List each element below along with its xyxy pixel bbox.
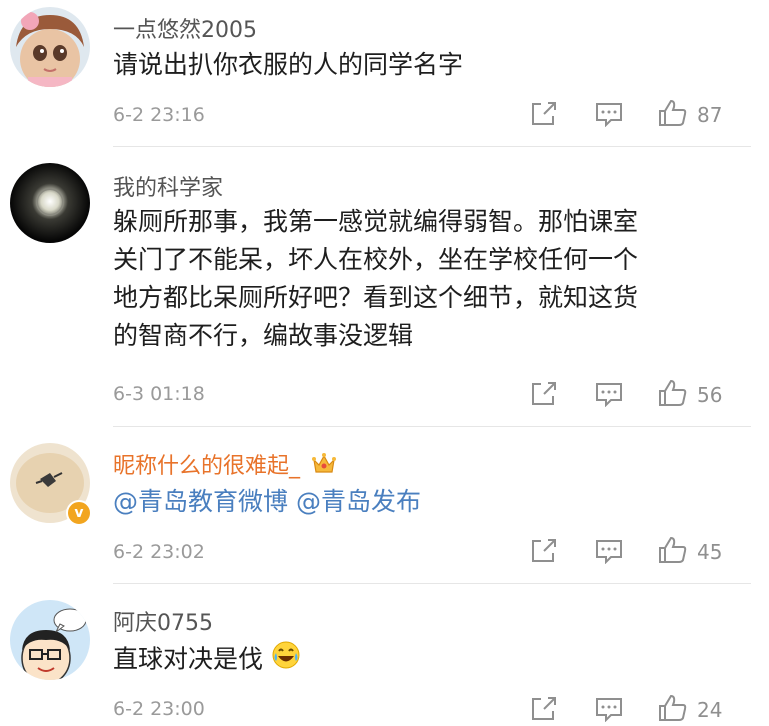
thumbs-up-icon[interactable] xyxy=(658,694,688,722)
timestamp: 6-2 23:16 xyxy=(113,104,205,126)
verified-badge-label: v xyxy=(74,505,84,521)
timestamp: 6-2 23:02 xyxy=(113,541,205,563)
like-count: 56 xyxy=(697,383,723,407)
comment-text: 直球对决是伐 xyxy=(113,640,301,681)
comment-line: 请说出扒你衣服的人的同学名字 xyxy=(113,50,464,79)
comment-icon[interactable] xyxy=(595,696,623,722)
comment-line: 关门了不能呆，坏人在校外，坐在学校任何一个 xyxy=(113,245,639,274)
username[interactable]: 我的科学家 xyxy=(113,170,223,202)
avatar[interactable] xyxy=(10,163,90,243)
share-icon[interactable] xyxy=(530,538,558,564)
comment-icon[interactable] xyxy=(595,538,623,564)
share-icon[interactable] xyxy=(530,101,558,127)
thumbs-up-icon[interactable] xyxy=(658,536,688,564)
thumbs-up-icon[interactable] xyxy=(658,99,688,127)
divider xyxy=(113,426,751,427)
divider xyxy=(113,583,751,584)
comment-text: 请说出扒你衣服的人的同学名字 xyxy=(113,46,463,84)
crown-badge-icon xyxy=(311,452,337,482)
mention-link[interactable]: @青岛发布 xyxy=(296,487,421,516)
timestamp: 6-3 01:18 xyxy=(113,383,205,405)
divider xyxy=(113,146,751,147)
comment-text: 躲厕所那事，我第一感觉就编得弱智。那怕课室 关门了不能呆，坏人在校外，坐在学校任… xyxy=(113,203,638,355)
laughing-tears-emoji xyxy=(271,640,301,681)
username-text: 昵称什么的很难起_ xyxy=(113,454,301,479)
share-icon[interactable] xyxy=(530,696,558,722)
timestamp: 6-2 23:00 xyxy=(113,698,205,720)
thumbs-up-icon[interactable] xyxy=(658,379,688,407)
comment-icon[interactable] xyxy=(595,381,623,407)
share-icon[interactable] xyxy=(530,381,558,407)
comment-line: 地方都比呆厕所好吧？看到这个细节，就知这货 xyxy=(113,283,639,312)
like-count: 24 xyxy=(697,698,723,722)
username[interactable]: 昵称什么的很难起_ xyxy=(113,448,337,482)
comment-line: 的智商不行，编故事没逻辑 xyxy=(113,321,414,350)
verified-badge: v xyxy=(66,500,92,526)
comment-icon[interactable] xyxy=(595,101,623,127)
comment-text: @青岛教育微博 @青岛发布 xyxy=(113,483,421,521)
avatar[interactable] xyxy=(10,600,90,680)
username[interactable]: 一点悠然2005 xyxy=(113,12,257,44)
username[interactable]: 阿庆0755 xyxy=(113,605,213,637)
comment-line: 躲厕所那事，我第一感觉就编得弱智。那怕课室 xyxy=(113,207,639,236)
like-count: 87 xyxy=(697,103,723,127)
comment-line: 直球对决是伐 xyxy=(113,644,264,674)
avatar[interactable] xyxy=(10,7,90,87)
like-count: 45 xyxy=(697,540,723,564)
mention-link[interactable]: @青岛教育微博 xyxy=(113,487,288,516)
